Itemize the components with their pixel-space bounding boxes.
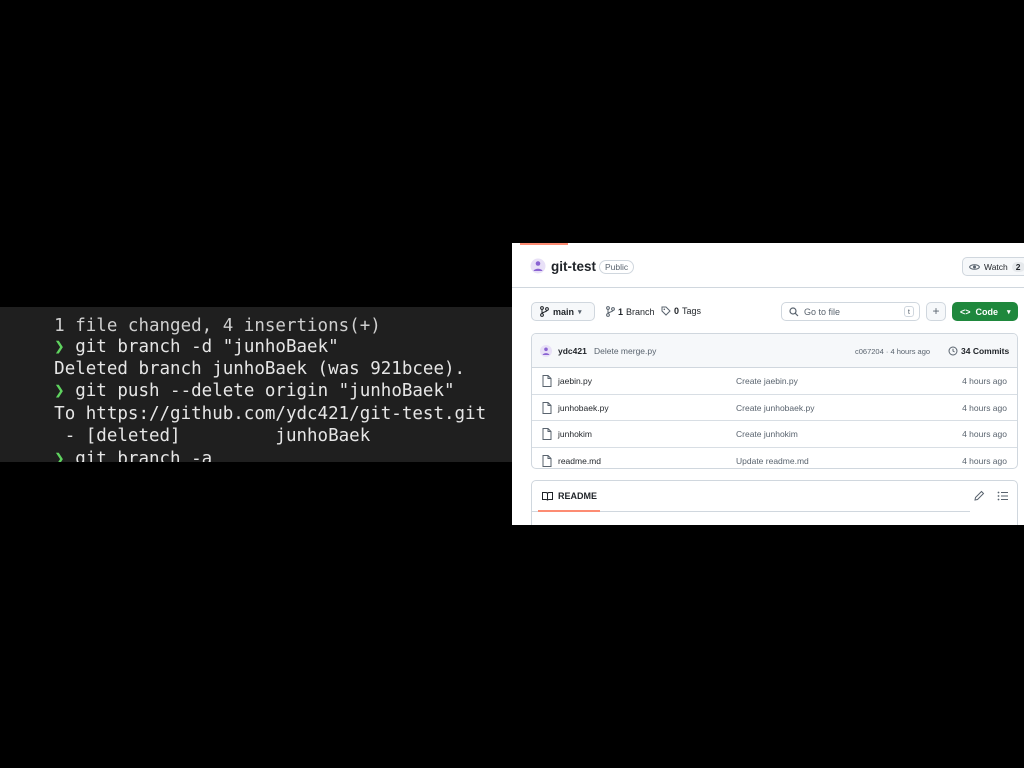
github-repo-panel: git-test Public Watch 2 main ▾ 1 Branch … bbox=[512, 243, 1024, 525]
branch-label: Branch bbox=[626, 306, 655, 317]
branch-selector[interactable]: main ▾ bbox=[531, 302, 595, 321]
file-time: 4 hours ago bbox=[962, 455, 1007, 466]
code-button[interactable]: <> Code ▾ bbox=[952, 302, 1018, 321]
file-name-link[interactable]: junhobaek.py bbox=[558, 403, 609, 413]
code-label: Code bbox=[975, 306, 999, 317]
file-row: junhobaek.py Create junhobaek.py 4 hours… bbox=[532, 395, 1017, 421]
file-browser: ydc421 Delete merge.py c067204 · 4 hours… bbox=[531, 333, 1018, 469]
tag-count: 0 bbox=[674, 306, 680, 316]
visibility-badge: Public bbox=[599, 260, 635, 274]
search-icon bbox=[789, 306, 799, 317]
repo-name-link[interactable]: git-test bbox=[551, 259, 596, 274]
branch-count: 1 bbox=[618, 306, 624, 317]
file-time: 4 hours ago bbox=[962, 376, 1007, 386]
readme-tab[interactable]: README bbox=[542, 491, 597, 501]
commit-message-link[interactable]: Delete merge.py bbox=[594, 346, 656, 356]
file-name-link[interactable]: readme.md bbox=[558, 456, 601, 466]
readme-title: README bbox=[558, 491, 598, 501]
header-divider bbox=[512, 287, 1024, 288]
file-name-link[interactable]: junhokim bbox=[558, 429, 592, 439]
watch-count: 2 bbox=[1011, 261, 1024, 272]
branches-link[interactable]: 1 Branch bbox=[606, 306, 655, 317]
tags-link[interactable]: 0 Tags bbox=[661, 306, 701, 316]
readme-panel: README bbox=[531, 480, 1018, 525]
branch-icon bbox=[606, 306, 615, 317]
prompt-glyph: ❯ bbox=[54, 449, 65, 462]
book-icon bbox=[542, 491, 553, 501]
history-icon bbox=[948, 346, 958, 356]
shortcut-key: t bbox=[903, 306, 914, 317]
pencil-icon[interactable] bbox=[973, 490, 985, 502]
add-file-button[interactable]: + bbox=[926, 302, 946, 321]
avatar[interactable] bbox=[540, 345, 552, 357]
watch-button[interactable]: Watch 2 bbox=[962, 257, 1024, 276]
active-tab-indicator bbox=[520, 243, 568, 245]
branch-name: main bbox=[553, 306, 575, 317]
chevron-down-icon: ▾ bbox=[578, 308, 582, 316]
terminal-input-line[interactable]: ❯ git branch -a bbox=[12, 429, 212, 462]
tag-icon bbox=[661, 306, 671, 316]
watch-label: Watch bbox=[984, 261, 1008, 272]
tag-label: Tags bbox=[682, 306, 702, 316]
chevron-down-icon: ▾ bbox=[1007, 308, 1011, 316]
file-name-link[interactable]: jaebin.py bbox=[558, 376, 592, 386]
file-row: jaebin.py Create jaebin.py 4 hours ago bbox=[532, 368, 1017, 395]
readme-tab-indicator bbox=[538, 510, 600, 512]
terminal-window: 1 file changed, 4 insertions(+) ❯ git br… bbox=[0, 307, 512, 462]
file-icon bbox=[542, 454, 552, 467]
eye-icon bbox=[969, 263, 980, 271]
file-row: readme.md Update readme.md 4 hours ago bbox=[532, 448, 1017, 469]
file-time: 4 hours ago bbox=[962, 429, 1007, 439]
file-commit-link[interactable]: Update readme.md bbox=[736, 456, 809, 466]
file-commit-link[interactable]: Create jaebin.py bbox=[736, 376, 798, 386]
file-icon bbox=[542, 428, 552, 440]
latest-commit-bar: ydc421 Delete merge.py c067204 · 4 hours… bbox=[532, 334, 1017, 368]
branch-icon bbox=[540, 306, 549, 317]
commit-author-link[interactable]: ydc421 bbox=[558, 346, 587, 356]
file-commit-link[interactable]: Create junhokim bbox=[736, 429, 798, 439]
commit-count: 34 Commits bbox=[961, 346, 1010, 356]
commit-hash-time[interactable]: c067204 · 4 hours ago bbox=[855, 347, 930, 356]
list-icon[interactable] bbox=[997, 490, 1009, 502]
file-icon bbox=[542, 401, 552, 414]
code-icon: <> bbox=[960, 306, 971, 317]
search-placeholder: Go to file bbox=[804, 306, 841, 317]
repo-avatar-icon bbox=[530, 258, 546, 274]
file-commit-link[interactable]: Create junhobaek.py bbox=[736, 403, 814, 413]
file-row: junhokim Create junhokim 4 hours ago bbox=[532, 421, 1017, 448]
commits-link[interactable]: 34 Commits bbox=[948, 346, 1009, 356]
file-time: 4 hours ago bbox=[962, 402, 1007, 413]
go-to-file-input[interactable]: Go to file t bbox=[781, 302, 920, 321]
file-icon bbox=[542, 375, 552, 387]
